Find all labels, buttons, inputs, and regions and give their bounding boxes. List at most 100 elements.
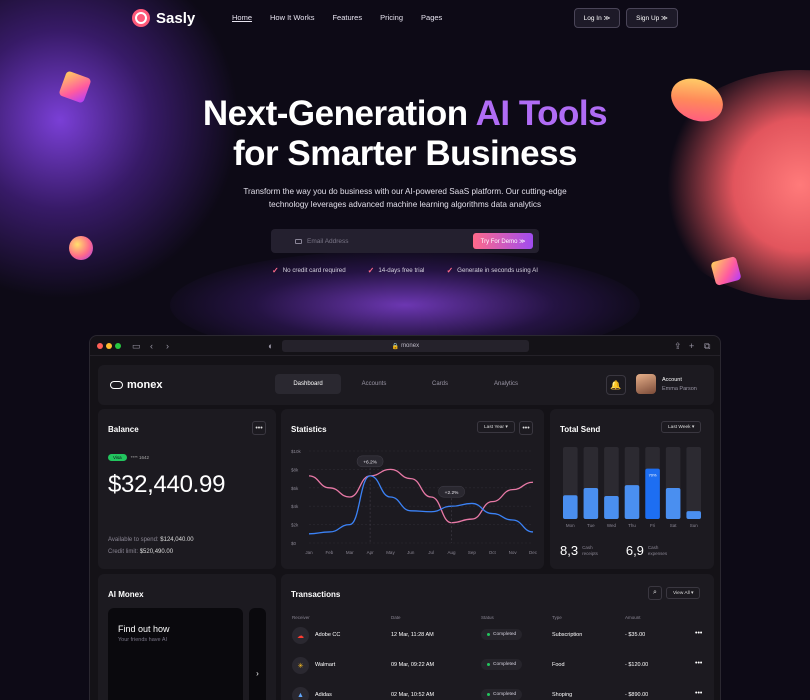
account-info[interactable]: Account Emma Parson [662,376,697,394]
x-tick-label: Tue [587,523,595,528]
ai-monex-title: AI Monex [108,590,144,599]
minimize-dot[interactable] [106,343,112,349]
cash-receipts-label-b: receipts [582,550,598,556]
x-tick-label: Sun [690,523,699,528]
x-tick-label: Fri [650,523,655,528]
try-demo-button[interactable]: Try For Demo ≫ [473,233,533,249]
app-header: monex Dashboard Accounts Cards Analytics… [98,365,714,405]
cash-expenses-value: 6,9 [625,543,644,558]
receiver-name: Adidas [315,692,332,698]
view-all-button[interactable]: View All ▾ [666,587,701,599]
nav-link-how-it-works[interactable]: How It Works [270,13,314,22]
nav-link-pages[interactable]: Pages [421,13,442,22]
series-line-1 [308,475,534,535]
find-out-card[interactable]: Find out how Your friends have AI [108,608,243,700]
back-icon[interactable]: ‹ [150,341,153,351]
nav-link-pricing[interactable]: Pricing [380,13,403,22]
status-badge: Completed [481,629,523,640]
app-tabs: Dashboard Accounts Cards Analytics [275,374,539,394]
close-dot[interactable] [97,343,103,349]
statistics-line-chart: $0 $2k $4k $6k $8k $10k Jan Feb Mar Apr May Jun Jul A… [291,449,538,555]
x-tick-label: Thu [628,523,636,528]
login-button[interactable]: Log In ≫ [574,8,620,28]
cash-receipts-label-a: Cash [582,544,593,550]
hero-subtitle-line2: technology leverages advanced machine le… [268,200,542,209]
notification-bell-icon[interactable]: 🔔 [606,375,626,395]
walmart-icon: ✳ [292,657,309,674]
y-tick-label: $0 [291,541,297,546]
row-more-icon[interactable]: ••• [695,660,702,667]
check-icon: ✓ [446,266,454,275]
card-mask: **** 1642 [130,455,149,460]
row-more-icon[interactable]: ••• [695,690,702,697]
new-tab-icon[interactable]: + [689,341,694,351]
sphere-decoration [69,236,93,260]
y-tick-label: $6k [291,486,299,491]
hero-subtitle-line1: Transform the way you do business with o… [243,187,567,196]
cash-expenses-label-b: expenses [647,550,668,556]
status-badge: Completed [481,659,523,670]
table-row[interactable]: ☁ Adobe CC 12 Mar, 11:28 AM Completed Su… [281,624,714,648]
limit-label: Credit limit: [108,549,139,555]
nav-link-features[interactable]: Features [332,13,362,22]
receiver-name: Walmart [315,662,336,668]
x-tick-label: Mon [566,523,575,528]
bar [624,485,640,519]
share-icon[interactable]: ⇪ [674,341,682,352]
brand-logo[interactable]: Sasly [132,9,195,27]
available-label: Available to spend: [108,537,159,543]
adidas-icon: ▲ [292,687,309,700]
x-tick-label: Nov [509,550,518,555]
feature-checklist: ✓ No credit card required ✓ 14-days free t… [0,266,810,275]
y-tick-label: $10k [291,449,302,454]
nav-link-home[interactable]: Home [232,13,252,22]
total-send-card: Total Send Last Week ▾ Mon Tue Wed Thu 70% Fr… [550,409,714,569]
table-row[interactable]: ✳ Walmart 09 Mar, 09:22 AM Completed Foo… [281,654,714,678]
card-brand-badge: Visa [108,454,127,461]
maximize-dot[interactable] [115,343,121,349]
row-more-icon[interactable]: ••• [695,630,702,637]
y-tick-label: $2k [291,523,299,528]
transactions-title: Transactions [291,590,341,599]
email-input[interactable]: Email Address [307,238,349,245]
monex-logo-icon [110,381,123,389]
signup-button[interactable]: Sign Up ≫ [626,8,678,28]
address-bar[interactable]: 🔒 monex [282,340,529,352]
tab-analytics[interactable]: Analytics [473,374,539,394]
monex-logo[interactable]: monex [110,379,162,391]
col-header-type: Type [552,615,562,620]
hero-title-part2: for Smarter Business [232,134,578,173]
bar-value-label: 70% [649,473,657,478]
balance-amount: $32,440.99 [108,471,226,498]
hero-title-part1: Next-Generation [202,94,476,133]
browser-window: ▭ ‹ › ◐ 🔒 monex ⇪ + ⧉ monex Dashboard Ac… [89,335,721,700]
hero-title-highlight: AI Tools [475,94,608,133]
transaction-amount: - $890.00 [625,692,649,698]
x-tick-label: Aug [448,550,457,555]
check-item: ✓ 14-days free trial [367,266,425,275]
tab-dashboard[interactable]: Dashboard [275,374,341,394]
email-signup-form: Email Address Try For Demo ≫ [271,229,539,253]
y-tick-label: $8k [291,467,299,472]
sidebar-icon[interactable]: ▭ [132,341,141,352]
table-row[interactable]: ▲ Adidas 02 Mar, 10:52 AM Completed Shop… [281,684,714,700]
avatar[interactable] [636,374,656,394]
balance-details: Available to spend: $124,040.00 Credit l… [108,534,194,558]
annotation-label: +6.2% [363,459,377,465]
next-card-arrow[interactable]: › [249,608,266,700]
forward-icon[interactable]: › [166,341,169,351]
col-header-status: Status [481,615,494,620]
more-options-icon[interactable]: ••• [252,421,266,435]
mail-icon [295,238,302,244]
logo-icon [132,9,150,27]
shield-icon[interactable]: ◐ [268,341,273,351]
tabs-icon[interactable]: ⧉ [704,341,710,352]
tab-accounts[interactable]: Accounts [341,374,407,394]
x-tick-label: May [386,550,395,555]
bar [563,495,578,519]
main-menu: Home How It Works Features Pricing Pages [232,13,442,22]
tab-cards[interactable]: Cards [407,374,473,394]
account-label: Account [662,377,682,383]
transaction-amount: - $35.00 [625,632,646,638]
search-icon[interactable]: ⌕ [648,586,662,600]
